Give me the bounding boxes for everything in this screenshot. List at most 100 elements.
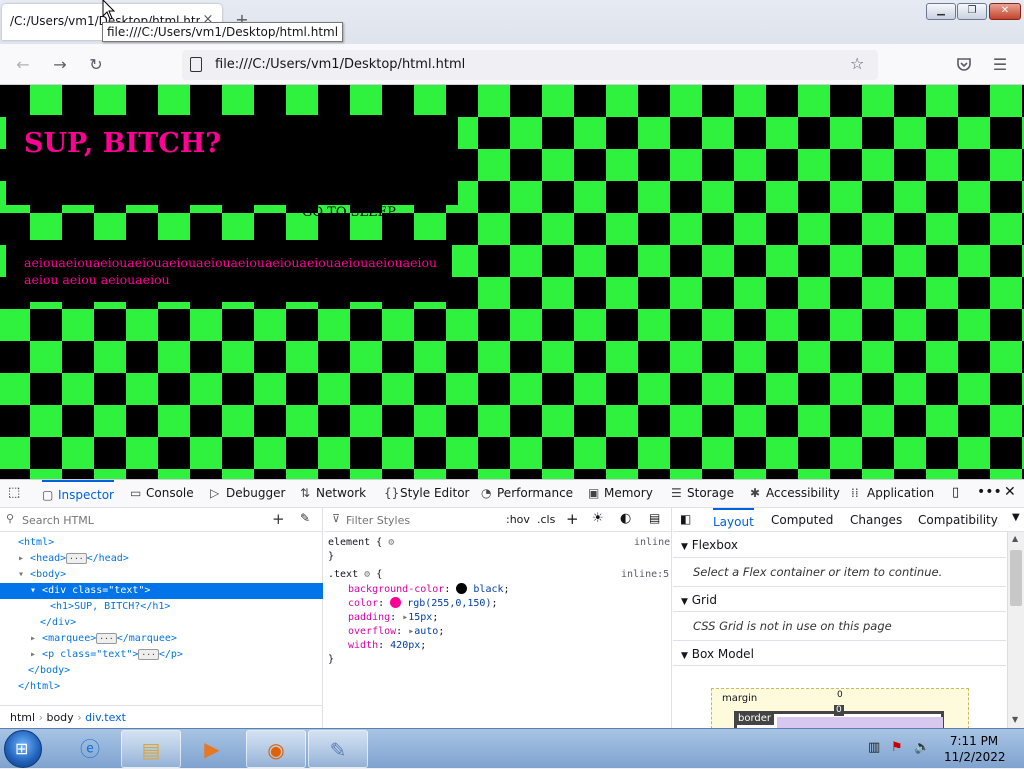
storage-icon: ☰ — [671, 486, 682, 500]
tab-application[interactable]: ⁞⁞ Application — [851, 480, 934, 508]
hov-toggle[interactable]: :hov — [506, 513, 530, 526]
scrollbar[interactable]: ▲ ▼ — [1007, 532, 1024, 729]
file-explorer-icon[interactable]: ▤ — [121, 730, 181, 768]
light-theme-icon[interactable]: ☀ — [592, 511, 604, 526]
tree-node-body-close[interactable]: </body> — [0, 663, 323, 679]
border-top-value[interactable]: 0 — [834, 705, 844, 716]
tab-inspector[interactable]: ▢ Inspector — [42, 480, 114, 508]
declaration-background-color[interactable]: background-color: black; — [348, 583, 510, 597]
tab-computed[interactable]: Computed — [771, 508, 833, 532]
tab-changes[interactable]: Changes — [850, 508, 902, 532]
cls-toggle[interactable]: .cls — [537, 513, 555, 526]
declaration-color[interactable]: color: rgb(255,0,150); — [348, 597, 498, 611]
reload-icon[interactable]: ↻ — [85, 54, 107, 76]
ellipsis-badge[interactable]: ··· — [96, 633, 117, 644]
layout-sidebar: ◧ Layout Computed Changes Compatibility … — [673, 508, 1024, 733]
declaration-padding[interactable]: padding: ▸15px; — [348, 611, 438, 625]
ellipsis-badge[interactable]: ··· — [138, 649, 159, 660]
rules-view: ⊽ :hov .cls + ☀ ◐ ▤ element { ⚙ inline }… — [324, 508, 672, 729]
performance-icon: ◔ — [481, 486, 492, 500]
breadcrumb-div-text[interactable]: div.text — [85, 711, 126, 724]
firefox-icon[interactable]: ◉ — [246, 730, 306, 768]
box-model-section-header[interactable]: ▼ Box Model — [673, 640, 1006, 666]
tab-debugger[interactable]: ▷ Debugger — [210, 480, 285, 508]
tab-compatibility[interactable]: Compatibility — [918, 508, 998, 532]
url-text[interactable]: file:///C:/Users/vm1/Desktop/html.html — [215, 57, 465, 72]
style-editor-icon: {} — [384, 486, 400, 500]
network-tray-icon[interactable]: ▥ — [868, 740, 880, 755]
more-options-icon[interactable]: ••• — [977, 484, 1002, 500]
gear-icon[interactable]: ⚙ — [388, 537, 394, 548]
tree-node-body[interactable]: ▾ <body> — [0, 567, 323, 583]
grid-section-header[interactable]: ▼ Grid — [673, 586, 1006, 612]
scroll-down-icon[interactable]: ▼ — [1012, 715, 1018, 724]
tab-layout[interactable]: Layout — [713, 508, 754, 532]
tab-console[interactable]: ▭ Console — [130, 480, 194, 508]
maximize-button[interactable]: ❐ — [957, 3, 987, 20]
marquee-text: GO TO SLEEP — [302, 205, 396, 220]
close-devtools-icon[interactable]: ✕ — [1004, 484, 1016, 500]
text-rule-source[interactable]: inline:5 — [621, 568, 669, 582]
action-center-icon[interactable]: ⚑ — [891, 740, 903, 755]
start-button[interactable]: ⊞ — [4, 730, 42, 768]
windows-logo-icon: ⊞ — [15, 739, 29, 758]
tree-node-div-close[interactable]: </div> — [0, 615, 323, 631]
text-rule-selector: .text ⚙ { — [328, 569, 383, 580]
chevron-down-icon[interactable]: ▼ — [1012, 512, 1020, 523]
tree-node-h1[interactable]: <h1>SUP, BITCH?</h1> — [0, 599, 323, 615]
text-paragraph-box: aeiouaeiouaeiouaeiouaeiouaeiouaeiouaeiou… — [6, 240, 452, 302]
search-html-input[interactable] — [22, 512, 252, 528]
tree-node-p[interactable]: ▸ <p class="text"> ··· </p> — [0, 647, 323, 663]
tree-node-html[interactable]: <html> — [0, 535, 323, 551]
scroll-up-icon[interactable]: ▲ — [1012, 534, 1018, 543]
pocket-icon[interactable] — [956, 56, 972, 72]
console-icon: ▭ — [130, 486, 142, 500]
tab-style-editor[interactable]: {}Style Editor — [384, 480, 469, 508]
declaration-overflow[interactable]: overflow: ▸auto; — [348, 625, 444, 639]
print-media-icon[interactable]: ▤ — [649, 511, 660, 525]
tab-network[interactable]: ⇅ Network — [300, 480, 366, 508]
filter-styles-input[interactable] — [346, 512, 496, 528]
element-rule-selector: element { ⚙ — [328, 537, 395, 548]
margin-label: margin — [722, 693, 758, 704]
ellipsis-badge[interactable]: ··· — [66, 553, 87, 564]
tree-node-marquee[interactable]: ▸ <marquee> ··· </marquee> — [0, 631, 323, 647]
volume-icon[interactable]: 🔈 — [914, 740, 930, 755]
menu-icon[interactable]: ☰ — [989, 54, 1011, 76]
color-swatch[interactable] — [390, 597, 402, 608]
bookmark-star-icon[interactable]: ☆ — [850, 54, 864, 73]
close-window-button[interactable]: ✕ — [989, 3, 1021, 20]
back-icon[interactable]: ← — [12, 54, 34, 76]
internet-explorer-icon[interactable]: ⓔ — [60, 730, 120, 768]
tab-accessibility[interactable]: ✱ Accessibility — [750, 480, 840, 508]
forward-icon[interactable]: → — [49, 54, 71, 76]
add-node-icon[interactable]: + — [272, 510, 285, 528]
add-rule-icon[interactable]: + — [566, 510, 579, 528]
breadcrumb-body[interactable]: body — [46, 711, 73, 724]
minimize-button[interactable]: ▁ — [926, 3, 956, 20]
tree-node-html-close[interactable]: </html> — [0, 679, 323, 695]
address-bar[interactable]: file:///C:/Users/vm1/Desktop/html.html ☆ — [182, 50, 878, 80]
scrollbar-thumb[interactable] — [1010, 550, 1022, 606]
dark-theme-icon[interactable]: ◐ — [620, 511, 631, 526]
element-rule-source[interactable]: inline — [634, 536, 670, 550]
accessibility-icon: ✱ — [750, 486, 761, 500]
paint-icon[interactable]: ✎ — [308, 730, 368, 768]
tab-performance[interactable]: ◔ Performance — [481, 480, 573, 508]
toggle-sidebar-icon[interactable]: ◧ — [680, 512, 691, 526]
tab-memory[interactable]: ▣ Memory — [588, 480, 653, 508]
gear-icon[interactable]: ⚙ — [364, 569, 370, 580]
margin-top-value[interactable]: 0 — [837, 690, 843, 700]
eyedropper-icon[interactable]: ✎ — [300, 511, 310, 525]
breadcrumb-html[interactable]: html — [10, 711, 35, 724]
media-player-icon[interactable]: ▶ — [182, 730, 242, 768]
declaration-width[interactable]: width: 420px; — [348, 639, 426, 653]
tree-node-head[interactable]: ▸ <head> ··· </head> — [0, 551, 323, 567]
flexbox-section-header[interactable]: ▼ Flexbox — [673, 532, 1006, 558]
dock-icon[interactable]: ▯ — [952, 485, 959, 500]
pick-element-icon[interactable]: ⬚ — [8, 485, 24, 501]
tree-node-div-selected[interactable]: ▾ <div class="text"> — [0, 583, 323, 599]
tab-storage[interactable]: ☰ Storage — [671, 480, 734, 508]
color-swatch[interactable] — [456, 583, 468, 594]
system-clock[interactable]: 7:11 PM 11/2/2022 — [944, 733, 1006, 765]
